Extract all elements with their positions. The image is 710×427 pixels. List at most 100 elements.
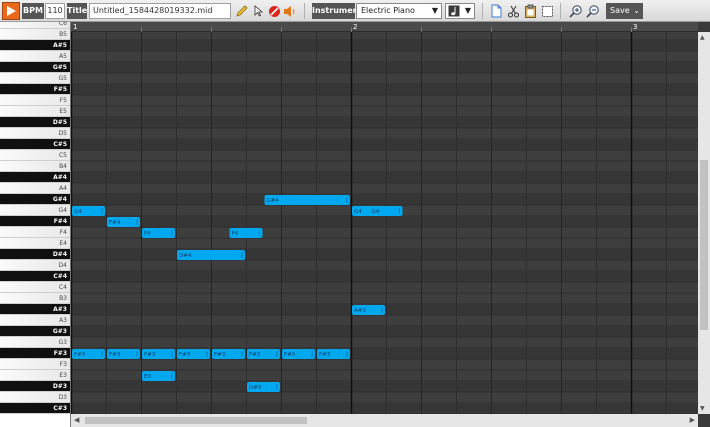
note-label: F#3 bbox=[249, 352, 261, 358]
piano-key[interactable]: C#5 bbox=[0, 139, 70, 150]
piano-key[interactable]: F5 bbox=[0, 95, 70, 106]
piano-key[interactable]: G4 bbox=[0, 205, 70, 216]
note-label: F#3 bbox=[144, 352, 156, 358]
horizontal-scroll-thumb[interactable] bbox=[85, 417, 307, 424]
piano-key[interactable]: D#4 bbox=[0, 249, 70, 260]
note-label: G4 bbox=[74, 209, 82, 215]
grid-row-black bbox=[71, 194, 698, 205]
piano-key[interactable]: F#4 bbox=[0, 216, 70, 227]
grid-row-black bbox=[71, 40, 698, 51]
note-length-select[interactable]: ▼ bbox=[445, 3, 475, 19]
grid-row-black bbox=[71, 62, 698, 73]
piano-key[interactable]: D#5 bbox=[0, 117, 70, 128]
grid-row-black bbox=[71, 326, 698, 337]
piano-key[interactable]: C6 bbox=[0, 22, 70, 29]
title-input[interactable]: Untitled_1584428019332.mid bbox=[89, 3, 231, 19]
note-label: F#3 bbox=[284, 352, 296, 358]
separator bbox=[482, 3, 483, 19]
piano-key[interactable]: G#5 bbox=[0, 62, 70, 73]
note-label: G4 bbox=[354, 209, 362, 215]
instrument-label: Instrument bbox=[312, 3, 362, 19]
cut-button[interactable] bbox=[505, 3, 521, 19]
note-icon bbox=[448, 5, 460, 17]
new-document-icon bbox=[491, 4, 501, 18]
chevron-down-icon: ▼ bbox=[431, 6, 438, 15]
piano-key[interactable]: D#3 bbox=[0, 381, 70, 392]
separator bbox=[304, 3, 305, 19]
pencil-icon bbox=[236, 5, 248, 17]
note-label: G4 bbox=[372, 209, 380, 215]
piano-key[interactable]: A#5 bbox=[0, 40, 70, 51]
scroll-down-icon[interactable]: ▼ bbox=[700, 405, 705, 412]
scissors-icon bbox=[507, 5, 519, 17]
piano-key[interactable]: E5 bbox=[0, 106, 70, 117]
zoom-out-button[interactable] bbox=[585, 3, 601, 19]
piano-key[interactable]: E4 bbox=[0, 238, 70, 249]
piano-key[interactable]: A5 bbox=[0, 51, 70, 62]
measure-number: 1 bbox=[73, 23, 78, 31]
grid-row-black bbox=[71, 117, 698, 128]
note-label: D#3 bbox=[249, 385, 262, 391]
no-icon bbox=[268, 5, 280, 17]
erase-button[interactable] bbox=[266, 3, 282, 19]
scroll-right-icon[interactable]: ▶ bbox=[690, 416, 695, 424]
piano-key[interactable]: B4 bbox=[0, 161, 70, 172]
select-tool-button[interactable] bbox=[250, 3, 266, 19]
piano-roll-grid[interactable]: G4 F#4 F4 D#4 F4 G#4 G4 G4 A#3 F#3 F#3 F#3 F#3 F#3 F#3… bbox=[71, 32, 698, 414]
play-button[interactable] bbox=[2, 2, 20, 20]
zoom-in-button[interactable] bbox=[568, 3, 584, 19]
piano-key[interactable]: G5 bbox=[0, 73, 70, 84]
toolbar: BPM 110 Title Untitled_1584428019332.mid… bbox=[0, 0, 710, 22]
piano-key[interactable]: C#3 bbox=[0, 403, 70, 414]
grid-row-black bbox=[71, 403, 698, 414]
zoom-out-icon bbox=[586, 5, 599, 18]
chevron-down-icon: ⌄ bbox=[633, 6, 640, 15]
measure-number: 3 bbox=[633, 23, 638, 31]
grid-row-black bbox=[71, 172, 698, 183]
piano-key[interactable]: B5 bbox=[0, 29, 70, 40]
vertical-scroll-thumb[interactable] bbox=[700, 160, 708, 330]
piano-key[interactable]: D5 bbox=[0, 128, 70, 139]
scroll-up-icon[interactable]: ▲ bbox=[700, 34, 705, 41]
piano-key[interactable]: F#3 bbox=[0, 348, 70, 359]
measure-ruler[interactable]: 1 2 3 bbox=[71, 22, 698, 32]
piano-key[interactable]: F3 bbox=[0, 359, 70, 370]
piano-key[interactable]: A#4 bbox=[0, 172, 70, 183]
piano-key[interactable]: F4 bbox=[0, 227, 70, 238]
piano-key[interactable]: E3 bbox=[0, 370, 70, 381]
grid-row-black bbox=[71, 84, 698, 95]
note-label: F#3 bbox=[179, 352, 191, 358]
piano-keyboard[interactable]: C6 B5 A#5 A5 G#5 G5 F#5 F5 E5 D#5 D5 C#5 C5 B4 A#4 A4 G#… bbox=[0, 22, 71, 427]
piano-key[interactable]: A3 bbox=[0, 315, 70, 326]
clipboard-icon bbox=[524, 4, 536, 18]
bpm-input[interactable]: 110 bbox=[45, 3, 65, 19]
piano-key[interactable]: C4 bbox=[0, 282, 70, 293]
piano-key[interactable]: C#4 bbox=[0, 271, 70, 282]
piano-key[interactable]: A4 bbox=[0, 183, 70, 194]
chevron-down-icon: ▼ bbox=[464, 6, 471, 15]
play-icon bbox=[7, 6, 16, 16]
pencil-tool-button[interactable] bbox=[234, 3, 250, 19]
new-file-button[interactable] bbox=[488, 3, 504, 19]
piano-key[interactable]: G#4 bbox=[0, 194, 70, 205]
note-label: E3 bbox=[144, 374, 151, 380]
paste-button[interactable] bbox=[522, 3, 538, 19]
piano-key[interactable]: D3 bbox=[0, 392, 70, 403]
save-button[interactable]: Save ⌄ bbox=[606, 3, 643, 19]
piano-key[interactable]: A#3 bbox=[0, 304, 70, 315]
vertical-scrollbar[interactable]: ▲ ▼ bbox=[698, 32, 710, 414]
title-label: Title bbox=[67, 3, 87, 19]
piano-key[interactable]: G#3 bbox=[0, 326, 70, 337]
piano-key[interactable]: G3 bbox=[0, 337, 70, 348]
piano-roll-canvas[interactable]: G4 F#4 F4 D#4 F4 G#4 G4 G4 A#3 F#3 F#3 F#3 F#3 F#3 F#3… bbox=[71, 32, 698, 414]
piano-key[interactable]: C5 bbox=[0, 150, 70, 161]
scroll-left-icon[interactable]: ◀ bbox=[74, 416, 79, 424]
piano-key[interactable]: F#5 bbox=[0, 84, 70, 95]
volume-button[interactable] bbox=[282, 3, 298, 19]
piano-key[interactable]: D4 bbox=[0, 260, 70, 271]
piano-key[interactable]: B3 bbox=[0, 293, 70, 304]
measure-number: 2 bbox=[353, 23, 358, 31]
horizontal-scrollbar[interactable]: ◀ ▶ bbox=[71, 414, 698, 427]
select-all-button[interactable] bbox=[539, 3, 555, 19]
instrument-select[interactable]: Electric Piano ▼ bbox=[356, 3, 442, 19]
